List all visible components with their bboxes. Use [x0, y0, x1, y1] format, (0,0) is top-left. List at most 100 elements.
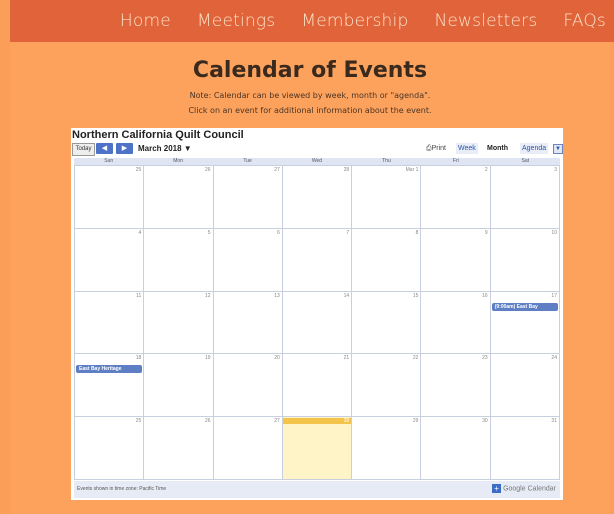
day-number: 7	[346, 229, 350, 236]
nav-membership[interactable]: Membership	[301, 11, 408, 31]
day-cell[interactable]: 7	[282, 228, 353, 292]
chevron-down-icon[interactable]: ▼	[553, 144, 563, 154]
day-cell[interactable]: 21	[282, 354, 353, 418]
day-number: 27	[274, 418, 280, 425]
day-number: 22	[412, 355, 419, 362]
day-cell[interactable]: 22	[352, 354, 422, 418]
day-number: 8	[415, 229, 419, 236]
weekday-label: Sun	[104, 158, 114, 164]
day-cell[interactable]: 25	[75, 166, 145, 229]
day-cell[interactable]: 18 East Bay Heritage	[75, 354, 145, 418]
today-button[interactable]: Today	[72, 143, 95, 156]
day-cell[interactable]: 23	[421, 354, 491, 418]
day-number: 14	[343, 292, 350, 299]
day-number: 5	[207, 229, 211, 236]
day-cell[interactable]: 31	[490, 417, 560, 480]
day-number: 16	[482, 292, 488, 299]
day-number: 28	[343, 167, 350, 173]
weekday-label: Tue	[243, 158, 252, 164]
day-number: 10	[551, 229, 557, 236]
day-cell[interactable]: 25	[75, 417, 145, 480]
day-number: 2	[484, 167, 488, 173]
day-cell[interactable]: 15	[352, 291, 422, 355]
day-cell[interactable]: 16	[421, 291, 491, 355]
nav-newsletters[interactable]: Newsletters	[434, 11, 537, 31]
weekday-label: Wed	[311, 158, 323, 164]
top-navigation: Home Meetings Membership Newsletters FAQ…	[10, 0, 614, 42]
day-cell[interactable]: 20	[213, 354, 283, 418]
day-number: 4	[138, 229, 142, 236]
day-cell[interactable]: 26	[144, 166, 214, 229]
day-number: 13	[274, 292, 280, 299]
day-number: 28	[282, 418, 352, 425]
calendar-title: Northern California Quilt Council	[72, 129, 244, 141]
page-title: Calendar of Events	[192, 58, 428, 83]
weekday-header: Sun Mon Tue Wed Thu Fri Sat	[74, 158, 560, 165]
day-number: 9	[484, 229, 488, 236]
plus-icon: +	[492, 484, 502, 493]
day-number: 11	[136, 292, 142, 299]
calendar-toolbar: Today ◀ ▶ March 2018 ▼ ⎙Print Week Month…	[71, 143, 563, 157]
day-number: 17	[551, 292, 557, 299]
day-number: 12	[205, 292, 211, 299]
month-grid: 25 26 27 28 Mar 1 2 3 4 5 6 7 8 9 10 11 12 13 14 15 16 17 (9:…	[74, 165, 560, 480]
nav-faqs[interactable]: FAQs	[563, 11, 606, 31]
day-cell[interactable]: 3	[490, 166, 560, 229]
month-selector[interactable]: March 2018 ▼	[138, 143, 192, 155]
day-cell[interactable]: 19	[144, 354, 214, 418]
tab-agenda[interactable]: Agenda	[520, 143, 549, 154]
day-cell[interactable]: 28	[282, 166, 353, 229]
tab-month[interactable]: Month	[485, 143, 510, 154]
event-chip[interactable]: East Bay Heritage	[76, 365, 143, 374]
day-number: Mar 1	[405, 167, 419, 173]
day-number: 26	[205, 167, 211, 173]
calendar-note-click: Click on an event for additional informa…	[188, 106, 432, 115]
calendar-note-views: Note: Calendar can be viewed by week, mo…	[189, 91, 431, 100]
day-number: 6	[277, 229, 280, 236]
prev-month-button[interactable]: ◀	[96, 143, 113, 154]
day-number: 27	[274, 167, 280, 173]
day-number: 20	[274, 355, 280, 362]
day-number: 29	[412, 418, 419, 425]
tab-week[interactable]: Week	[456, 143, 478, 154]
day-cell[interactable]: 14	[282, 291, 353, 355]
day-cell[interactable]: 4	[75, 228, 145, 292]
google-calendar-label: Google Calendar	[503, 485, 556, 493]
nav-meetings[interactable]: Meetings	[197, 11, 275, 31]
day-cell[interactable]: 12	[144, 291, 214, 355]
weekday-label: Thu	[382, 158, 391, 164]
day-cell[interactable]: 10	[490, 228, 560, 292]
day-number: 21	[343, 355, 350, 362]
day-number: 25	[135, 167, 142, 173]
day-number: 18	[135, 355, 142, 362]
day-cell[interactable]: 5	[144, 228, 214, 292]
day-cell[interactable]: 11	[75, 291, 145, 355]
day-cell[interactable]: 13	[213, 291, 283, 355]
day-cell[interactable]: 8	[352, 228, 422, 292]
day-cell[interactable]: 17 (9:00am) East Bay	[490, 291, 560, 355]
day-cell[interactable]: 24	[490, 354, 560, 418]
day-cell[interactable]: 2	[421, 166, 491, 229]
weekday-label: Mon	[173, 158, 183, 164]
print-button[interactable]: ⎙Print	[426, 143, 446, 154]
day-cell[interactable]: 9	[421, 228, 491, 292]
day-cell[interactable]: 27	[213, 166, 283, 229]
day-cell-today[interactable]: 28	[282, 417, 353, 480]
nav-home[interactable]: Home	[120, 11, 171, 31]
day-cell[interactable]: 26	[144, 417, 214, 480]
weekday-label: Fri	[452, 158, 459, 164]
day-number: 19	[205, 355, 211, 362]
weekday-label: Sat	[521, 158, 530, 164]
day-cell[interactable]: 30	[421, 417, 491, 480]
day-cell[interactable]: 6	[213, 228, 283, 292]
google-calendar-button[interactable]: + Google Calendar	[492, 484, 556, 493]
day-cell[interactable]: 29	[352, 417, 422, 480]
day-cell[interactable]: Mar 1	[352, 166, 422, 229]
print-label: Print	[431, 145, 447, 152]
day-number: 25	[135, 418, 142, 425]
timezone-note: Events shown in time zone: Pacific Time	[77, 486, 167, 492]
calendar-widget: Northern California Quilt Council Today …	[71, 128, 563, 500]
day-cell[interactable]: 27	[213, 417, 283, 480]
event-chip[interactable]: (9:00am) East Bay	[491, 302, 558, 311]
next-month-button[interactable]: ▶	[116, 143, 133, 154]
